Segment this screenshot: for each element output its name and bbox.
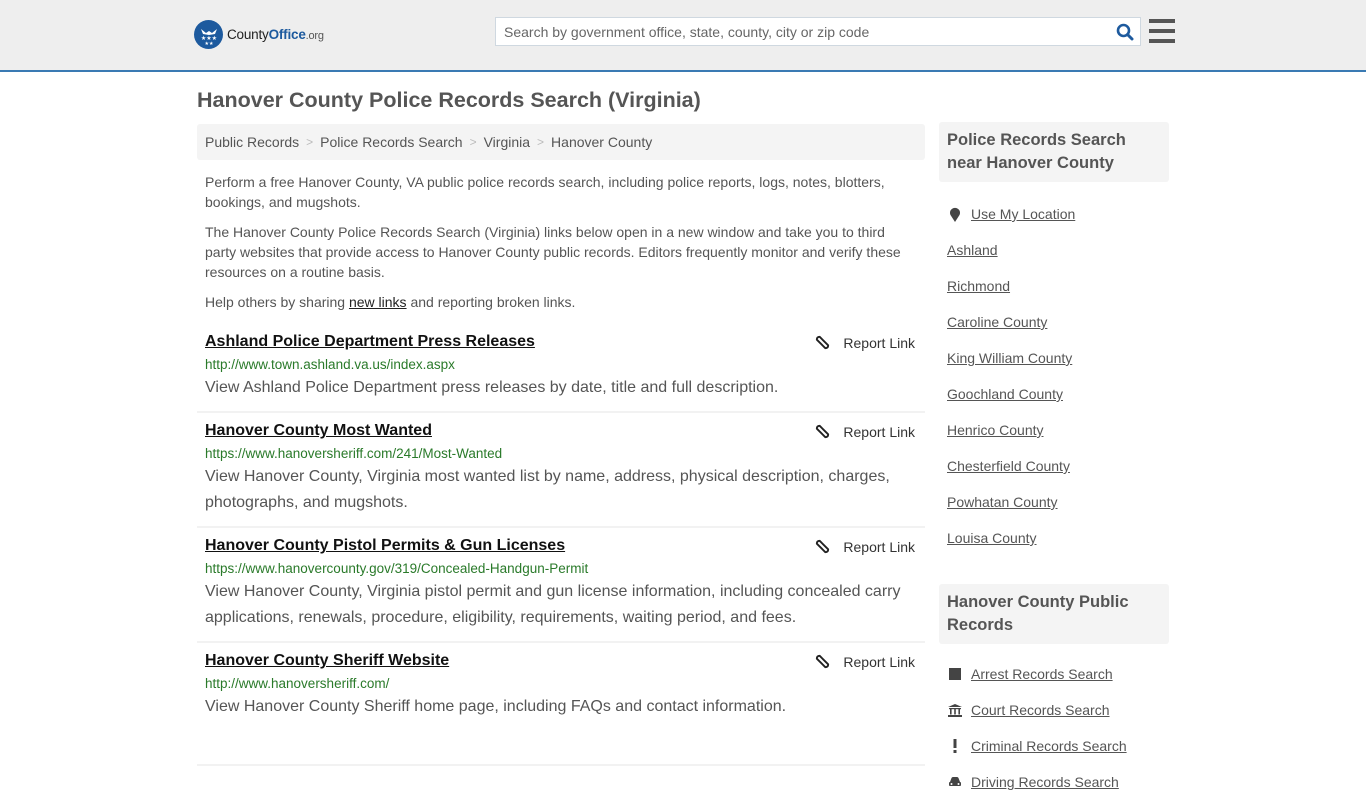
page-title: Hanover County Police Records Search (Vi… bbox=[197, 88, 701, 112]
search-icon bbox=[1116, 23, 1134, 40]
use-my-location-link[interactable]: Use My Location bbox=[971, 206, 1075, 222]
breadcrumb-separator: > bbox=[469, 135, 477, 149]
result-title-link[interactable]: Hanover County Most Wanted bbox=[205, 421, 432, 441]
report-link-button[interactable]: Report Link bbox=[814, 423, 915, 440]
main-content: Public Records > Police Records Search >… bbox=[197, 124, 925, 766]
public-records-item: Court Records Search bbox=[947, 692, 1161, 728]
result-url: http://www.hanoversheriff.com/ bbox=[205, 676, 390, 691]
report-link-button[interactable]: Report Link bbox=[814, 653, 915, 670]
hamburger-menu-icon[interactable] bbox=[1149, 19, 1175, 43]
use-my-location-item: Use My Location bbox=[947, 196, 1161, 232]
square-icon bbox=[947, 668, 963, 680]
nearby-item: Louisa County bbox=[947, 520, 1161, 556]
breadcrumb-police-records-search[interactable]: Police Records Search bbox=[320, 134, 462, 150]
report-link-label: Report Link bbox=[843, 423, 915, 440]
report-link-label: Report Link bbox=[843, 653, 915, 670]
results-list: Ashland Police Department Press Releases… bbox=[197, 324, 925, 766]
public-records-heading: Hanover County Public Records bbox=[939, 584, 1169, 644]
search-box bbox=[495, 17, 1141, 46]
result-item: Hanover County Sheriff Website http://ww… bbox=[197, 643, 925, 766]
nearby-item: Goochland County bbox=[947, 376, 1161, 412]
public-records-item: Criminal Records Search bbox=[947, 728, 1161, 764]
public-records-item: Driving Records Search bbox=[947, 764, 1161, 800]
sidebar: Police Records Search near Hanover Count… bbox=[939, 122, 1169, 800]
nearby-link-caroline-county[interactable]: Caroline County bbox=[947, 314, 1047, 330]
svg-text:★★: ★★ bbox=[204, 41, 213, 46]
courthouse-icon bbox=[947, 703, 963, 717]
map-marker-icon bbox=[947, 207, 963, 222]
nearby-link-henrico-county[interactable]: Henrico County bbox=[947, 422, 1044, 438]
report-link-button[interactable]: Report Link bbox=[814, 538, 915, 555]
breadcrumb-hanover-county[interactable]: Hanover County bbox=[551, 134, 652, 150]
broken-link-icon bbox=[816, 335, 830, 350]
logo-wordmark: CountyOffice.org bbox=[227, 27, 324, 42]
court-records-link[interactable]: Court Records Search bbox=[971, 702, 1110, 718]
breadcrumb: Public Records > Police Records Search >… bbox=[197, 124, 925, 160]
breadcrumb-virginia[interactable]: Virginia bbox=[484, 134, 530, 150]
nearby-link-goochland-county[interactable]: Goochland County bbox=[947, 386, 1063, 402]
breadcrumb-separator: > bbox=[537, 135, 545, 149]
search-input[interactable] bbox=[496, 18, 1110, 45]
nearby-link-ashland[interactable]: Ashland bbox=[947, 242, 998, 258]
nearby-item: Powhatan County bbox=[947, 484, 1161, 520]
nearby-link-powhatan-county[interactable]: Powhatan County bbox=[947, 494, 1058, 510]
result-url: https://www.hanoversheriff.com/241/Most-… bbox=[205, 446, 503, 461]
criminal-records-link[interactable]: Criminal Records Search bbox=[971, 738, 1127, 754]
intro-paragraph-1: Perform a free Hanover County, VA public… bbox=[205, 174, 885, 210]
result-description: View Hanover County, Virginia pistol per… bbox=[205, 583, 901, 626]
report-link-label: Report Link bbox=[843, 334, 915, 351]
exclamation-icon bbox=[947, 739, 963, 753]
nearby-list: Use My Location Ashland Richmond Carolin… bbox=[939, 196, 1169, 556]
car-icon bbox=[947, 776, 963, 788]
broken-link-icon bbox=[816, 424, 830, 439]
eagle-stars-badge-icon: ★★★ ★★ bbox=[194, 20, 223, 49]
nearby-link-king-william-county[interactable]: King William County bbox=[947, 350, 1072, 366]
driving-records-link[interactable]: Driving Records Search bbox=[971, 774, 1119, 790]
broken-link-icon bbox=[816, 539, 830, 554]
result-description: View Hanover County Sheriff home page, i… bbox=[205, 698, 787, 715]
result-title-link[interactable]: Hanover County Pistol Permits & Gun Lice… bbox=[205, 536, 565, 556]
intro-paragraph-2: The Hanover County Police Records Search… bbox=[205, 224, 901, 280]
nearby-item: Henrico County bbox=[947, 412, 1161, 448]
result-url: http://www.town.ashland.va.us/index.aspx bbox=[205, 357, 455, 372]
search-button[interactable] bbox=[1110, 18, 1140, 46]
new-links-link[interactable]: new links bbox=[349, 294, 407, 310]
nearby-item: Ashland bbox=[947, 232, 1161, 268]
result-description: View Hanover County, Virginia most wante… bbox=[205, 468, 890, 511]
site-logo[interactable]: ★★★ ★★ CountyOffice.org bbox=[194, 20, 324, 49]
nearby-link-louisa-county[interactable]: Louisa County bbox=[947, 530, 1037, 546]
intro-paragraph-3: Help others by sharing new links and rep… bbox=[205, 294, 576, 310]
nearby-item: Chesterfield County bbox=[947, 448, 1161, 484]
broken-link-icon bbox=[816, 654, 830, 669]
result-item: Ashland Police Department Press Releases… bbox=[197, 324, 925, 413]
report-link-button[interactable]: Report Link bbox=[814, 334, 915, 351]
nearby-item: King William County bbox=[947, 340, 1161, 376]
report-link-label: Report Link bbox=[843, 538, 915, 555]
nearby-item: Richmond bbox=[947, 268, 1161, 304]
public-records-list: Arrest Records Search Court Records Sear… bbox=[939, 656, 1169, 800]
result-description: View Ashland Police Department press rel… bbox=[205, 379, 779, 396]
arrest-records-link[interactable]: Arrest Records Search bbox=[971, 666, 1113, 682]
site-header: ★★★ ★★ CountyOffice.org bbox=[0, 0, 1366, 72]
nearby-link-richmond[interactable]: Richmond bbox=[947, 278, 1010, 294]
breadcrumb-public-records[interactable]: Public Records bbox=[205, 134, 299, 150]
intro-text: Perform a free Hanover County, VA public… bbox=[197, 172, 925, 312]
result-title-link[interactable]: Hanover County Sheriff Website bbox=[205, 651, 449, 671]
nearby-heading: Police Records Search near Hanover Count… bbox=[939, 122, 1169, 182]
result-item: Hanover County Most Wanted https://www.h… bbox=[197, 413, 925, 528]
result-item: Hanover County Pistol Permits & Gun Lice… bbox=[197, 528, 925, 643]
nearby-link-chesterfield-county[interactable]: Chesterfield County bbox=[947, 458, 1070, 474]
public-records-item: Arrest Records Search bbox=[947, 656, 1161, 692]
breadcrumb-separator: > bbox=[306, 135, 314, 149]
nearby-item: Caroline County bbox=[947, 304, 1161, 340]
result-url: https://www.hanovercounty.gov/319/Concea… bbox=[205, 561, 589, 576]
result-title-link[interactable]: Ashland Police Department Press Releases bbox=[205, 332, 535, 352]
